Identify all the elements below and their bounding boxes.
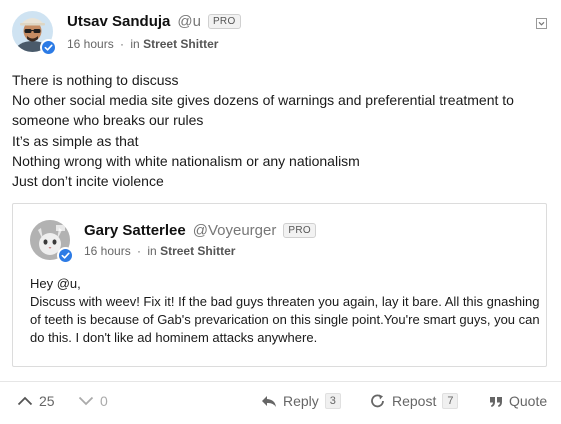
post-body-line: No other social media site gives dozens … [12, 92, 514, 129]
reply-icon [262, 395, 276, 407]
verified-badge-icon [57, 247, 74, 264]
repost-icon [371, 394, 384, 408]
author-handle[interactable]: @u [177, 13, 201, 30]
meta-in-label: in [147, 244, 157, 258]
post-body-line: Just don’t incite violence [12, 173, 164, 190]
reply-count: 3 [324, 393, 341, 409]
post-body-line: Nothing wrong with white nationalism or … [12, 152, 360, 169]
author-row: Utsav Sanduja @u PRO [67, 13, 241, 30]
quoted-post-body: Hey @u, Discuss with weev! Fix it! If th… [30, 275, 540, 347]
pro-badge: PRO [207, 14, 241, 29]
action-bar: 25 0 Reply 3 Repost 7 Quote [0, 382, 561, 424]
more-options-button[interactable] [533, 15, 549, 31]
quoted-body-line: Discuss with weev! Fix it! If the bad gu… [30, 294, 540, 345]
upvote-count: 25 [39, 393, 55, 409]
downvote-count: 0 [100, 393, 108, 409]
repost-label: Repost [392, 393, 437, 409]
quote-icon [490, 396, 502, 407]
reply-label: Reply [283, 393, 319, 409]
chevron-down-icon [535, 17, 547, 29]
group-link[interactable]: Street Shitter [143, 37, 218, 51]
upvote-button[interactable]: 25 [17, 393, 55, 409]
post-card: Utsav Sanduja @u PRO 16 hours · in Stree… [0, 0, 561, 424]
verified-badge-icon [40, 39, 57, 56]
author-avatar[interactable] [12, 11, 57, 56]
chevron-down-icon [78, 396, 94, 406]
post-body-line: It’s as simple as that [12, 132, 139, 149]
quoted-body-line: Hey @u, [30, 276, 81, 291]
quoted-group-link[interactable]: Street Shitter [160, 244, 235, 258]
meta-in-label: in [130, 37, 140, 51]
post-body: There is nothing to discuss No other soc… [12, 70, 547, 191]
quoted-author-display-name[interactable]: Gary Satterlee [84, 222, 186, 239]
post-timestamp[interactable]: 16 hours [67, 37, 114, 51]
meta-separator: · [137, 244, 142, 258]
author-display-name[interactable]: Utsav Sanduja [67, 13, 170, 30]
downvote-button[interactable]: 0 [78, 393, 108, 409]
quote-label: Quote [509, 393, 548, 409]
quoted-author-avatar[interactable] [30, 220, 74, 264]
quoted-post-meta: 16 hours · in Street Shitter [84, 244, 235, 258]
quoted-author-handle[interactable]: @Voyeurger [193, 222, 277, 239]
chevron-up-icon [17, 396, 33, 406]
pro-badge: PRO [283, 223, 316, 238]
quoted-author-row: Gary Satterlee @Voyeurger PRO [84, 222, 316, 239]
quoted-post[interactable]: Gary Satterlee @Voyeurger PRO 16 hours ·… [12, 203, 547, 367]
quote-button[interactable]: Quote [489, 393, 547, 409]
reply-button[interactable]: Reply 3 [261, 393, 341, 409]
post-body-line: There is nothing to discuss [12, 72, 179, 88]
repost-count: 7 [442, 393, 459, 409]
quoted-post-timestamp[interactable]: 16 hours [84, 244, 131, 258]
repost-button[interactable]: Repost 7 [370, 393, 459, 409]
post-meta: 16 hours · in Street Shitter [67, 37, 218, 51]
meta-separator: · [120, 37, 125, 51]
